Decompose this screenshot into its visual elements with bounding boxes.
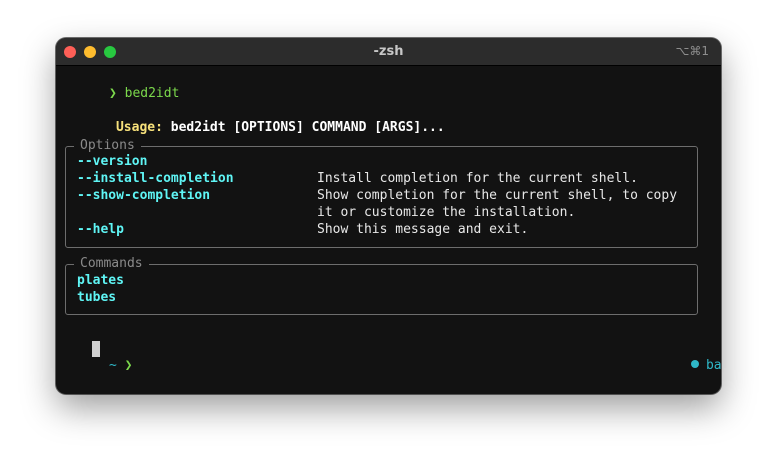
option-desc-help: Show this message and exit. [317, 222, 529, 237]
option-flag-show-completion: --show-completion [77, 188, 211, 203]
environment-icon [690, 360, 699, 368]
option-desc-install-completion: Install completion for the current shell… [317, 171, 638, 186]
option-flag-install-completion: --install-completion [77, 171, 234, 186]
conda-environment: base [644, 340, 721, 391]
tab-shortcut: ⌥⌘1 [675, 44, 709, 58]
terminal-window: -zsh ⌥⌘1 ❯ bed2idt Usage: bed2idt [OPTIO… [56, 38, 721, 394]
option-flag-help: --help [77, 222, 124, 237]
terminal-content[interactable]: ❯ bed2idt Usage: bed2idt [OPTIONS] COMMA… [56, 66, 721, 394]
usage-label: Usage: [115, 120, 163, 135]
prompt-arrow-icon: ❯ [124, 358, 133, 373]
prompt-directory: ~ [108, 358, 117, 373]
usage-text: bed2idt [OPTIONS] COMMAND [ARGS]... [170, 120, 445, 135]
text-cursor[interactable] [92, 341, 100, 357]
option-desc-show-completion: Show completion for the current shell, t… [317, 188, 678, 203]
entered-command: bed2idt [124, 86, 180, 101]
command-tubes: tubes [77, 290, 117, 305]
prompt-arrow-icon: ❯ [108, 86, 117, 101]
option-flag-version: --version [77, 154, 148, 169]
commands-title: Commands [74, 255, 149, 272]
environment-name: base [705, 358, 721, 373]
command-plates: plates [77, 273, 124, 288]
window-title: -zsh [373, 44, 404, 59]
options-title: Options [74, 137, 141, 154]
option-desc-show-completion-continued: it or customize the installation. [317, 205, 576, 220]
commands-panel: Commands [65, 255, 698, 315]
title-bar[interactable]: -zsh ⌥⌘1 [56, 38, 721, 66]
